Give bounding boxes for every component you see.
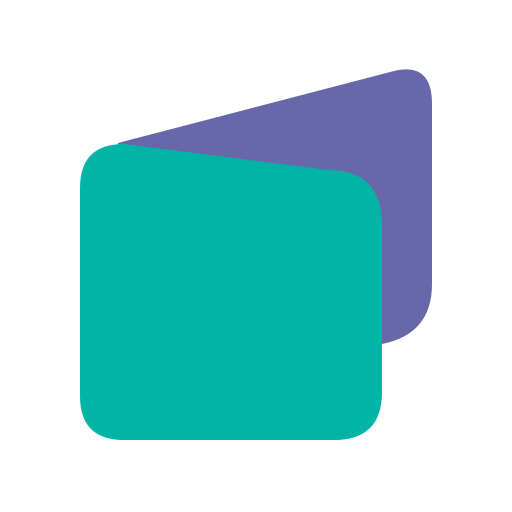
stacked-cards-logo-icon (80, 69, 432, 440)
app-icon-canvas (0, 0, 512, 512)
front-card-shape (80, 144, 382, 440)
